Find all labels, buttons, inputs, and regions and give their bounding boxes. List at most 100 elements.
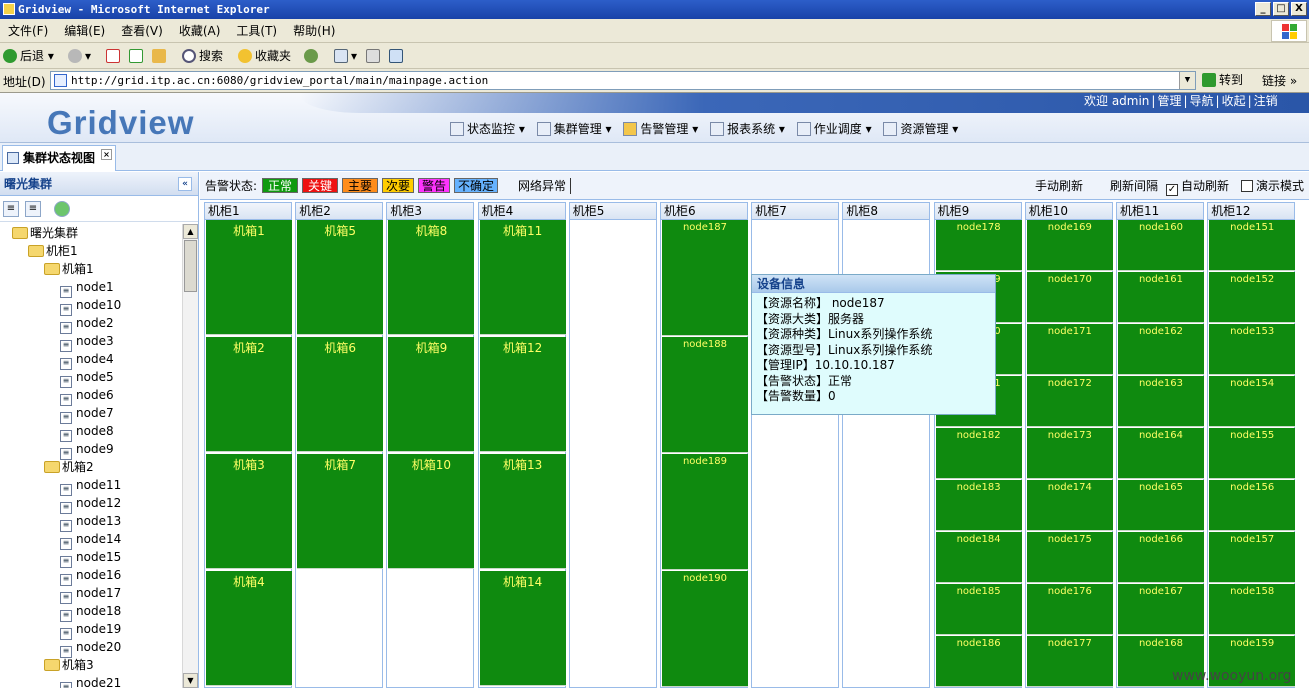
tree-node[interactable]: ≡ node10 [60,296,121,316]
scroll-up-icon[interactable]: ▲ [183,224,198,239]
chassis-box[interactable]: 机箱7 [297,454,384,569]
tree-node[interactable]: ≡ node8 [60,422,114,442]
node-box[interactable]: node170 [1026,272,1113,323]
tree-node[interactable]: ≡ node4 [60,350,114,370]
menu-file[interactable]: 文件(F) [0,19,56,43]
node-box[interactable]: node167 [1118,584,1204,635]
nav-report[interactable]: 报表系统 ▾ [710,119,785,139]
tree-node[interactable]: ≡ node19 [60,620,121,640]
chassis-box[interactable]: 机箱9 [388,337,475,452]
tree-node[interactable]: ≡ node11 [60,476,121,496]
chassis-box[interactable]: 机箱3 [206,454,292,569]
node-box[interactable]: node183 [935,480,1022,531]
refresh-interval-button[interactable]: 刷新间隔 [1110,178,1158,194]
expand-all-icon[interactable]: ≡ [3,201,19,217]
url-dropdown-icon[interactable]: ▼ [1179,72,1195,89]
node-box[interactable]: node162 [1118,324,1204,375]
close-button[interactable]: X [1291,2,1307,16]
back-button[interactable]: 后退 ▾ [3,46,54,66]
admin-link[interactable]: 管理 [1155,94,1183,108]
edit-button[interactable] [389,46,406,66]
chassis-box[interactable]: 机箱14 [479,571,566,686]
search-button[interactable]: 搜索 [182,46,223,66]
chassis-box[interactable]: 机箱6 [297,337,384,452]
tab-cluster-status[interactable]: 集群状态视图 × [2,145,117,171]
tree-folder[interactable]: 曙光集群 [12,224,78,242]
refresh-button[interactable] [129,46,146,66]
history-button[interactable] [304,46,321,66]
tree-node[interactable]: ≡ node20 [60,638,121,658]
nav-resource-manage[interactable]: 资源管理 ▾ [883,119,958,139]
url-input[interactable]: http://grid.itp.ac.cn:6080/gridview_port… [50,71,1196,90]
chassis-box[interactable]: 机箱5 [297,220,384,335]
tree-node[interactable]: ≡ node21 [60,674,121,688]
chassis-box[interactable]: 机箱12 [479,337,566,452]
node-box[interactable]: node151 [1209,220,1296,271]
nav-link[interactable]: 导航 [1188,94,1216,108]
menu-favorites[interactable]: 收藏(A) [171,19,229,43]
go-button[interactable]: 转到 [1202,71,1243,90]
auto-refresh-checkbox[interactable]: ✓ 自动刷新 [1166,178,1229,196]
node-box[interactable]: node185 [935,584,1022,635]
chassis-box[interactable]: 机箱1 [206,220,292,335]
node-box[interactable]: node184 [935,532,1022,583]
node-box[interactable]: node173 [1026,428,1113,479]
tree-node[interactable]: ≡ node5 [60,368,114,388]
nav-job-schedule[interactable]: 作业调度 ▾ [796,119,872,139]
tree-node[interactable]: ≡ node9 [60,440,114,460]
tree-node[interactable]: ≡ node16 [60,566,121,586]
tree-node[interactable]: ≡ node6 [60,386,114,406]
chassis-box[interactable]: 机箱13 [479,454,566,569]
node-box[interactable]: node154 [1209,376,1296,427]
tree-folder[interactable]: 机箱1 [44,260,94,278]
print-button[interactable] [366,46,383,66]
node-box[interactable]: node182 [935,428,1022,479]
node-box[interactable]: node190 [662,571,748,687]
node-box[interactable]: node187 [662,220,748,336]
node-box[interactable]: node157 [1209,532,1296,583]
collapse-all-icon[interactable]: ≡ [25,201,41,217]
tree-folder[interactable]: 机箱2 [44,458,94,476]
tree-node[interactable]: ≡ node18 [60,602,121,622]
menu-tools[interactable]: 工具(T) [228,19,285,43]
tab-close-icon[interactable]: × [101,149,113,160]
links-button[interactable]: 链接 » [1262,72,1297,89]
nav-status-monitor[interactable]: 状态监控 ▾ [450,119,525,139]
node-box[interactable]: node161 [1118,272,1204,323]
tree-scrollbar[interactable]: ▲ ▼ [182,224,198,688]
nav-alarm-manage[interactable]: 告警管理 ▾ [623,119,698,139]
node-box[interactable]: node172 [1026,376,1113,427]
tree-node[interactable]: ≡ node17 [60,584,121,604]
favorites-button[interactable]: 收藏夹 [238,46,291,66]
nav-cluster-manage[interactable]: 集群管理 ▾ [536,119,612,139]
node-box[interactable]: node178 [935,220,1022,271]
chassis-box[interactable]: 机箱10 [388,454,475,569]
node-box[interactable]: node155 [1209,428,1296,479]
node-box[interactable]: node189 [662,454,748,570]
forward-button[interactable]: ▾ [68,46,91,66]
home-button[interactable] [152,46,169,66]
tree-folder[interactable]: 机柜1 [28,242,78,260]
manual-refresh-button[interactable]: 手动刷新 [1035,178,1083,194]
node-box[interactable]: node188 [662,337,748,453]
node-box[interactable]: node152 [1209,272,1296,323]
chassis-box[interactable]: 机箱8 [388,220,475,335]
tree-node[interactable]: ≡ node14 [60,530,121,550]
tree-node[interactable]: ≡ node7 [60,404,114,424]
tree-node[interactable]: ≡ node12 [60,494,121,514]
node-box[interactable]: node160 [1118,220,1204,271]
node-box[interactable]: node175 [1026,532,1113,583]
node-box[interactable]: node169 [1026,220,1113,271]
node-box[interactable]: node163 [1118,376,1204,427]
stop-button[interactable] [106,46,123,66]
minimize-button[interactable]: _ [1255,2,1271,16]
node-box[interactable]: node158 [1209,584,1296,635]
tree-node[interactable]: ≡ node13 [60,512,121,532]
collapse-link[interactable]: 收起 [1220,94,1248,108]
node-box[interactable]: node176 [1026,584,1113,635]
logout-link[interactable]: 注销 [1252,94,1280,108]
mail-button[interactable]: ▾ [334,46,357,66]
node-box[interactable]: node164 [1118,428,1204,479]
chassis-box[interactable]: 机箱2 [206,337,292,452]
node-box[interactable]: node153 [1209,324,1296,375]
